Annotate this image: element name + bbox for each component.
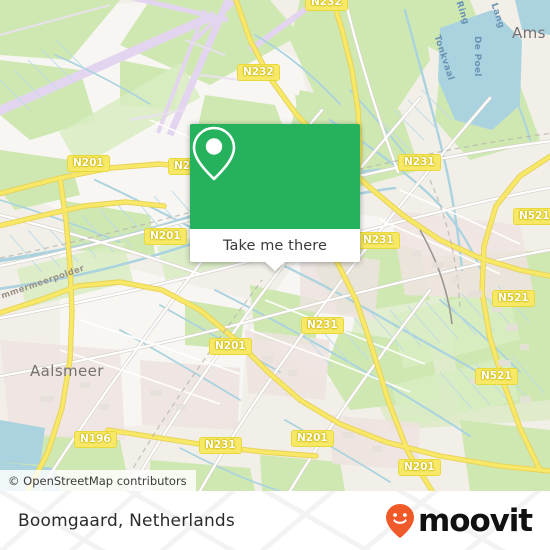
road-shield[interactable]: N231: [301, 317, 344, 334]
card-icon-area: [190, 124, 360, 229]
place-name-text: Boomgaard, Netherlands: [18, 510, 235, 531]
map-pin-icon: [192, 126, 236, 181]
moovit-map-screenshot: Aalsmeer Ams De Poel Tonkvaal Ring Lang …: [0, 0, 550, 550]
footer-bar: Boomgaard, Netherlands moovit: [0, 491, 550, 550]
card-pointer-tail: [265, 262, 285, 271]
moovit-brand[interactable]: moovit: [385, 491, 533, 550]
road-shield[interactable]: N231: [357, 232, 400, 249]
moovit-wordmark: moovit: [418, 502, 533, 539]
road-shield[interactable]: N232: [305, 0, 348, 11]
map-canvas[interactable]: Aalsmeer Ams De Poel Tonkvaal Ring Lang …: [0, 0, 550, 491]
road-shield[interactable]: N196: [74, 431, 117, 448]
page-title: Boomgaard, Netherlands: [18, 491, 235, 550]
osm-attribution-text: © OpenStreetMap contributors: [8, 473, 187, 488]
road-shield[interactable]: N232: [237, 64, 280, 81]
road-shield[interactable]: N521: [492, 290, 535, 307]
road-shield[interactable]: N201: [209, 338, 252, 355]
road-shield[interactable]: N201: [67, 155, 110, 172]
road-shield[interactable]: N201: [144, 228, 187, 245]
road-shield[interactable]: N231: [398, 154, 441, 171]
take-me-there-label[interactable]: Take me there: [190, 229, 360, 262]
take-me-there-card[interactable]: Take me there: [190, 124, 360, 271]
road-shield[interactable]: N201: [398, 459, 441, 476]
moovit-smiley-pin-icon: [386, 503, 415, 538]
road-shield[interactable]: N231: [199, 437, 242, 454]
road-shield[interactable]: N521: [513, 208, 550, 225]
road-shield[interactable]: N521: [475, 368, 518, 385]
road-shield[interactable]: N201: [291, 430, 334, 447]
osm-attribution[interactable]: © OpenStreetMap contributors: [0, 470, 196, 491]
